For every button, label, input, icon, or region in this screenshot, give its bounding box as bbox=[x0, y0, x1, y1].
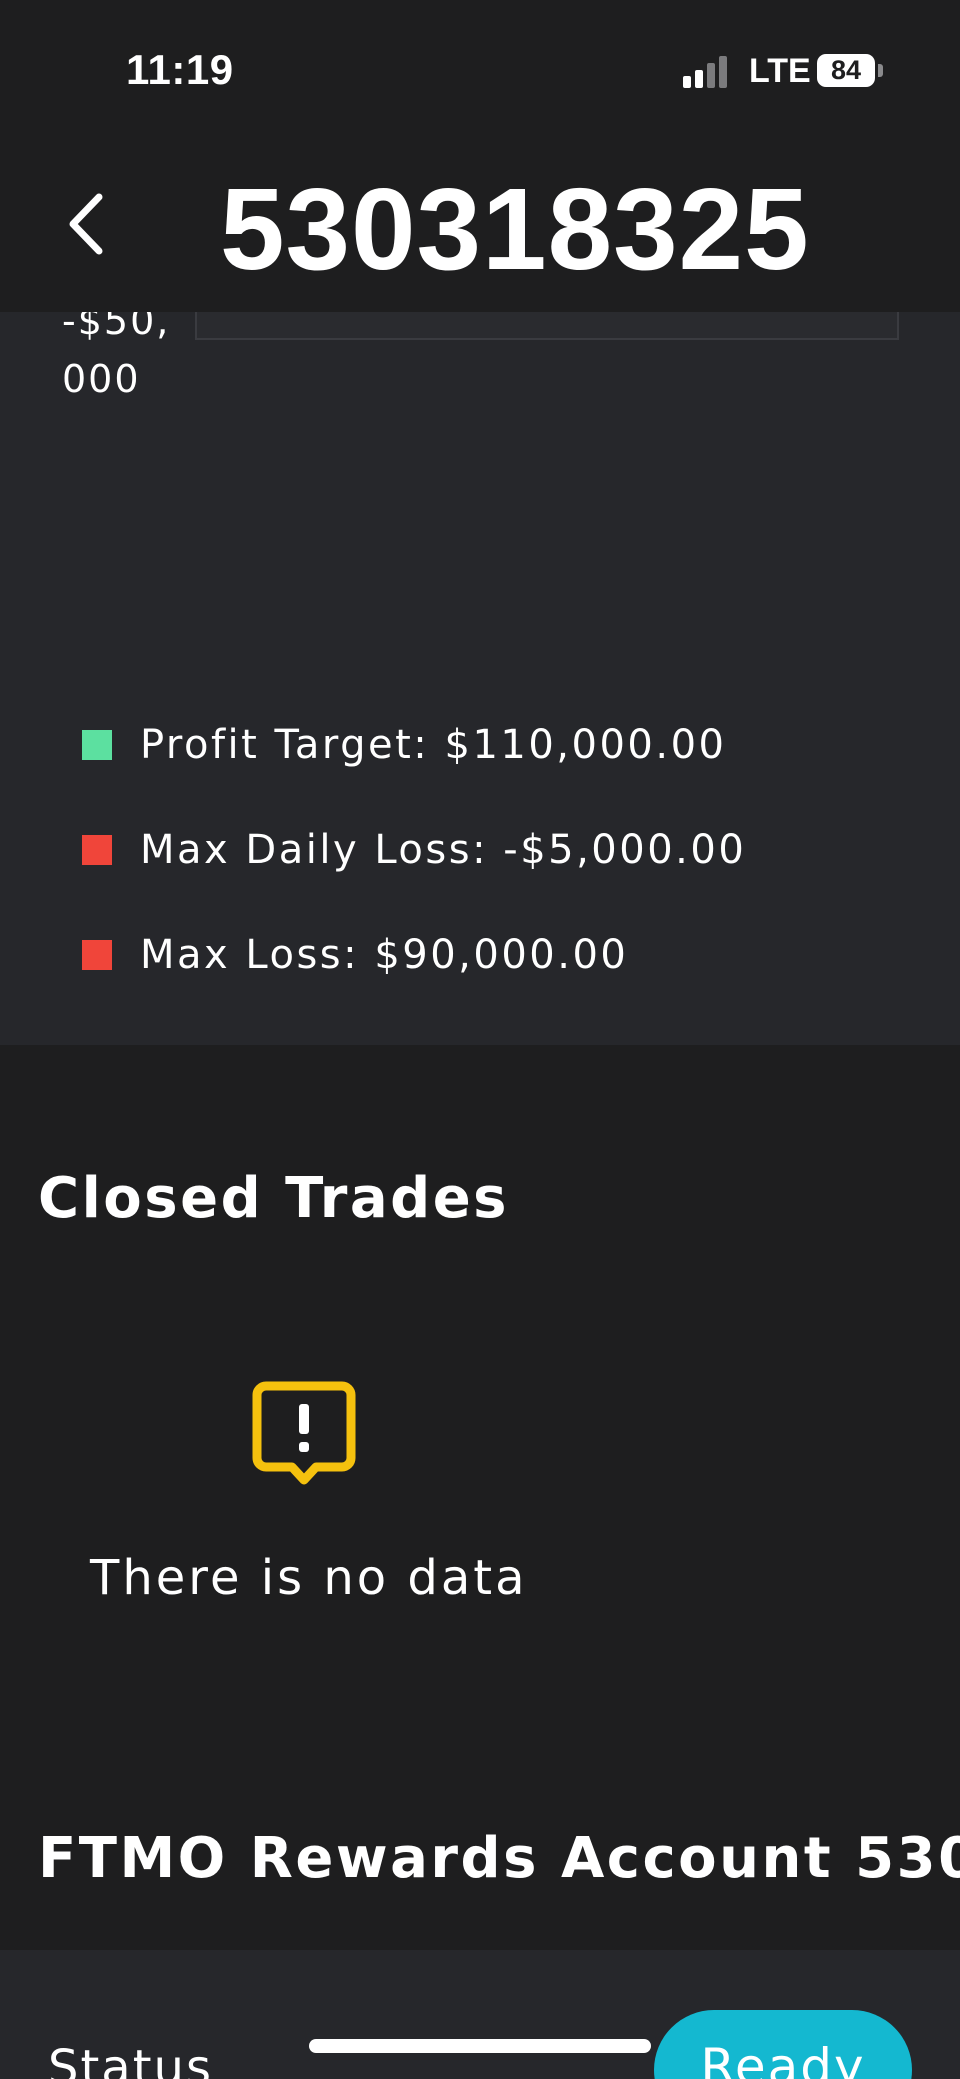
legend-swatch bbox=[82, 834, 112, 865]
battery-tip bbox=[878, 64, 883, 77]
status-bar: 11:19 LTE 84 bbox=[0, 0, 960, 140]
alert-message-icon bbox=[252, 1381, 356, 1485]
page-title: 530318325 bbox=[220, 164, 810, 294]
status-time: 11:19 bbox=[126, 46, 234, 93]
legend-label: Max Daily Loss: -$5,000.00 bbox=[140, 826, 747, 873]
legend-swatch bbox=[82, 729, 112, 760]
legend-label: Profit Target: $110,000.00 bbox=[140, 721, 727, 768]
empty-state-message: There is no data bbox=[90, 1550, 528, 1606]
legend-item-max-loss[interactable]: Max Loss: $90,000.00 bbox=[82, 902, 746, 1007]
network-type: LTE bbox=[749, 52, 811, 90]
account-detail-screen: 11:19 LTE 84 530318325 -$50, 000 Profit … bbox=[0, 0, 960, 2079]
battery-icon: 84 bbox=[817, 54, 875, 87]
objectives-chart: -$50, 000 Profit Target: $110,000.00 Max… bbox=[0, 299, 960, 1045]
home-indicator[interactable] bbox=[309, 2039, 651, 2053]
chart-legend: Profit Target: $110,000.00 Max Daily Los… bbox=[82, 692, 746, 1007]
rewards-account-card: Status Ready bbox=[0, 1950, 960, 2079]
rewards-account-title: FTMO Rewards Account 530318325 bbox=[38, 1826, 960, 1891]
app-header: 530318325 bbox=[0, 140, 960, 312]
legend-item-profit-target[interactable]: Profit Target: $110,000.00 bbox=[82, 692, 746, 797]
legend-swatch bbox=[82, 939, 112, 970]
legend-item-max-daily-loss[interactable]: Max Daily Loss: -$5,000.00 bbox=[82, 797, 746, 902]
legend-label: Max Loss: $90,000.00 bbox=[140, 931, 629, 978]
status-badge[interactable]: Ready bbox=[654, 2010, 912, 2079]
signal-strength-icon bbox=[683, 56, 731, 88]
back-button[interactable] bbox=[50, 184, 120, 264]
closed-trades-title: Closed Trades bbox=[38, 1166, 510, 1231]
chart-plot-area bbox=[195, 312, 899, 340]
status-label: Status bbox=[48, 2040, 213, 2079]
chevron-left-icon bbox=[69, 193, 103, 255]
